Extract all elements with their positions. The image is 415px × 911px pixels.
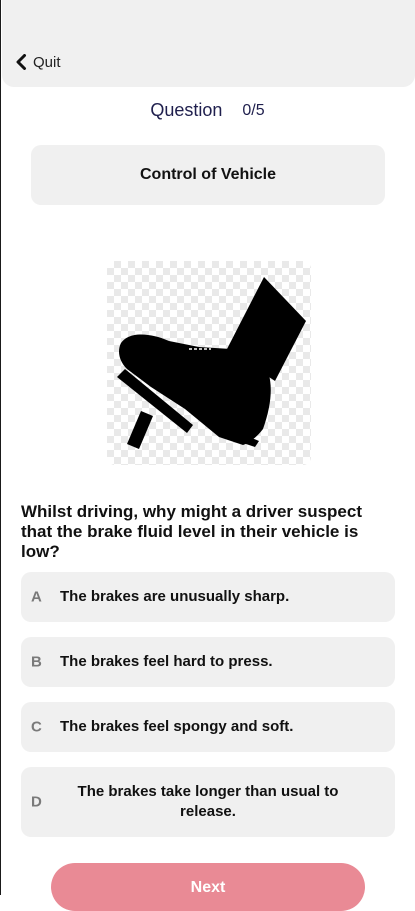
category-banner: Control of Vehicle — [31, 145, 385, 205]
quit-label: Quit — [33, 53, 61, 71]
option-letter: C — [31, 718, 42, 736]
foot-on-brake-pedal-icon — [117, 277, 306, 449]
answer-option-a[interactable]: A The brakes are unusually sharp. — [21, 572, 395, 622]
question-text: Whilst driving, why might a driver suspe… — [21, 502, 363, 561]
answer-option-b[interactable]: B The brakes feel hard to press. — [21, 637, 395, 687]
option-text: The brakes are unusually sharp. — [60, 588, 290, 605]
next-button[interactable]: Next — [51, 863, 365, 911]
option-letter: A — [31, 588, 42, 606]
quit-button[interactable]: Quit — [15, 51, 61, 73]
question-count: 0/5 — [242, 101, 265, 119]
option-letter: B — [31, 653, 42, 671]
question-progress: Question 0/5 — [0, 100, 415, 121]
option-text: The brakes feel spongy and soft. — [60, 718, 294, 735]
option-text: The brakes feel hard to press. — [60, 653, 273, 670]
window-edge — [0, 0, 1, 895]
option-text: The brakes take longer than usual to rel… — [77, 783, 339, 820]
top-bar: Quit — [2, 0, 415, 87]
option-letter: D — [31, 793, 42, 811]
answer-option-d[interactable]: D The brakes take longer than usual to r… — [21, 767, 395, 837]
question-illustration — [107, 261, 311, 465]
chevron-left-icon — [16, 54, 26, 70]
question-label: Question — [150, 100, 223, 120]
answer-option-c[interactable]: C The brakes feel spongy and soft. — [21, 702, 395, 752]
